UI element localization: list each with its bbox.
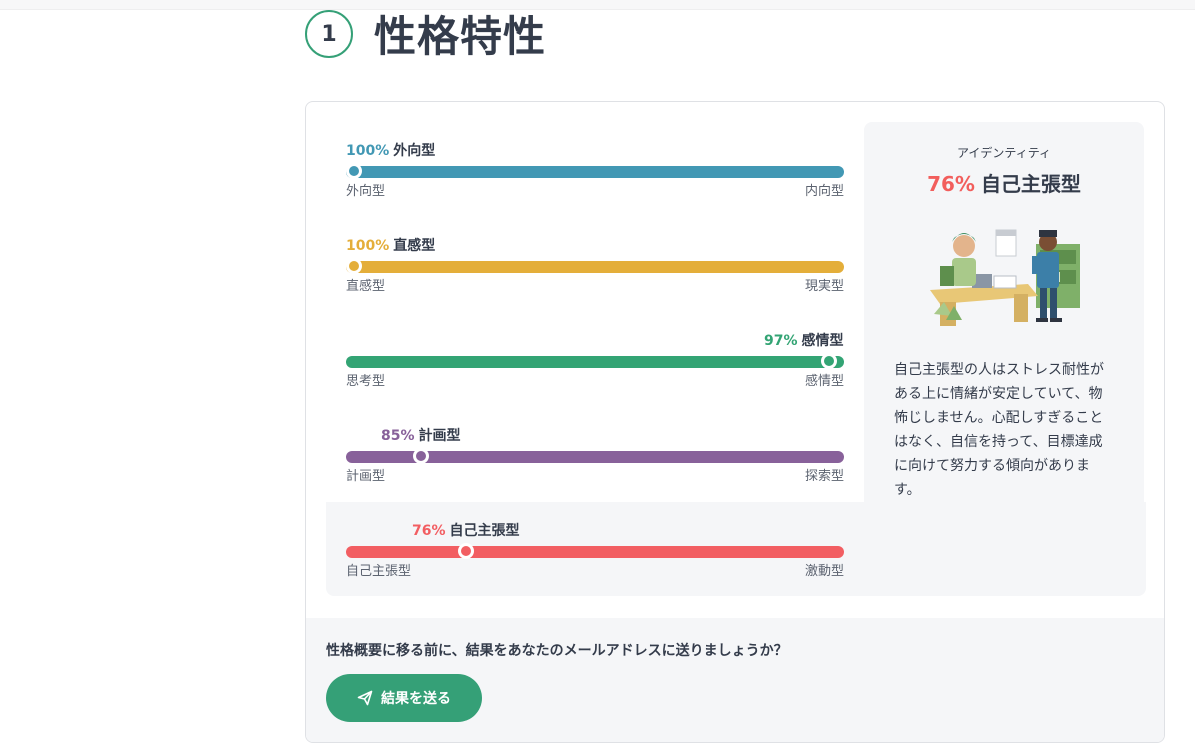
trait-right-label: 現実型: [804, 279, 844, 294]
trait-name: 計画型: [418, 428, 461, 444]
trait-bar: [346, 261, 844, 273]
trait-knob: [458, 543, 474, 559]
email-prompt-footer: 性格概要に移る前に、結果をあなたのメールアドレスに送りましょうか？ 結果を送る: [306, 618, 1164, 742]
trait-percentage: 85%: [381, 428, 415, 444]
email-prompt-question: 性格概要に移る前に、結果をあなたのメールアドレスに送りましょうか？: [326, 643, 788, 659]
identity-title: 76% 自己主張型: [864, 168, 1144, 197]
trait-knob: [346, 258, 362, 274]
trait-knob: [346, 163, 362, 179]
trait-left-label: 計画型: [346, 469, 386, 484]
traits-card: 100% 外向型 外向型 内向型 100% 直感型 直感型 現実型 97% 感情型 思考型 感情型 85…: [305, 101, 1165, 743]
step-number-badge: 1: [305, 10, 353, 58]
trait-right-label: 探索型: [804, 469, 844, 484]
trait-row: 85% 計画型 計画型 探索型: [346, 427, 844, 499]
trait-left-label: 直感型: [346, 279, 386, 294]
trait-left-label: 自己主張型: [346, 564, 412, 579]
trait-right-label: 激動型: [804, 564, 844, 579]
trait-knob: [821, 353, 837, 369]
trait-percentage: 76%: [412, 523, 446, 539]
identity-name: 自己主張型: [980, 172, 1081, 196]
trait-right-label: 内向型: [804, 184, 844, 199]
trait-name: 直感型: [393, 238, 436, 254]
trait-percentage: 97%: [764, 333, 798, 349]
trait-row: 97% 感情型 思考型 感情型: [346, 332, 844, 404]
identity-panel: アイデンティティ 76% 自己主張型 自己主張型の人はストレス耐性がある上に情緒…: [864, 122, 1144, 596]
trait-name: 自己主張型: [449, 523, 520, 539]
trait-percentage: 100%: [346, 143, 390, 159]
trait-name: 感情型: [801, 333, 844, 349]
send-results-button[interactable]: 結果を送る: [326, 674, 482, 722]
trait-bar: [346, 166, 844, 178]
identity-subtitle: アイデンティティ: [957, 146, 1051, 160]
trait-bar: [346, 546, 844, 558]
identity-description: 自己主張型の人はストレス耐性がある上に情緒が安定していて、物怖じしません。心配し…: [894, 362, 1104, 498]
trait-row: 100% 直感型 直感型 現実型: [346, 237, 844, 309]
trait-left-label: 思考型: [346, 374, 386, 389]
trait-name: 外向型: [393, 143, 436, 159]
step-number: 1: [321, 21, 337, 47]
page-title: 性格特性: [374, 12, 547, 61]
trait-heading: 97% 感情型: [764, 332, 844, 350]
trait-right-label: 感情型: [804, 374, 844, 389]
trait-heading: 100% 直感型: [346, 237, 435, 255]
trait-knob: [413, 448, 429, 464]
trait-row: 76% 自己主張型 自己主張型 激動型: [346, 522, 844, 594]
trait-percentage: 100%: [346, 238, 390, 254]
trait-row: 100% 外向型 外向型 内向型: [346, 142, 844, 214]
paper-plane-icon: [357, 690, 373, 706]
trait-heading: 76% 自己主張型: [412, 522, 520, 540]
trait-bar: [346, 356, 844, 368]
trait-heading: 100% 外向型: [346, 142, 435, 160]
trait-left-label: 外向型: [346, 184, 386, 199]
assertive-illustration-icon: [930, 229, 1080, 326]
trait-heading: 85% 計画型: [381, 427, 461, 445]
identity-percentage: 76%: [927, 172, 975, 196]
top-bar: [0, 0, 1195, 10]
send-results-label: 結果を送る: [381, 690, 451, 706]
